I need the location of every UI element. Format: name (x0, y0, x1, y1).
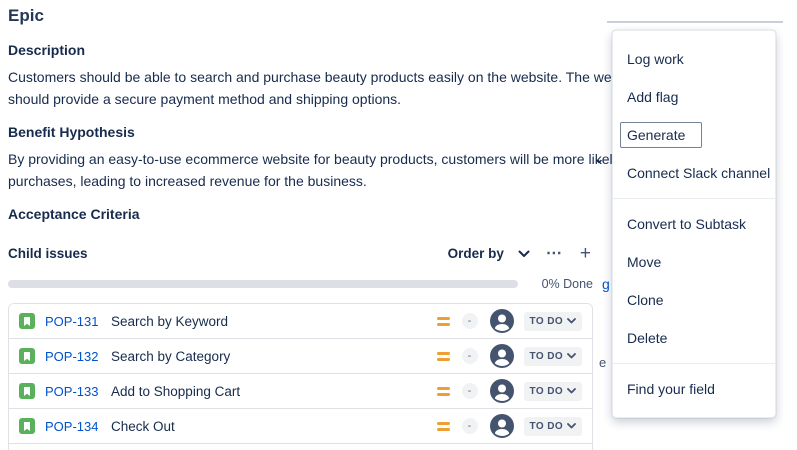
menu-item-clone[interactable]: Clone (613, 281, 775, 319)
issue-title: Add to Shopping Cart (111, 383, 241, 399)
issue-actions-menu: Log work Add flag Generate Connect Slack… (612, 30, 776, 418)
estimate-badge: - (461, 418, 478, 434)
description-line: Customers should be able to search and p… (8, 69, 642, 85)
chevron-down-icon (518, 250, 530, 257)
benefit-line: By providing an easy-to-use ecommerce we… (8, 151, 674, 167)
order-by-label: Order by (447, 246, 504, 261)
issue-key-link[interactable]: POP-132 (45, 349, 101, 364)
table-row[interactable]: POP-133 Add to Shopping Cart - TO DO (9, 374, 592, 409)
issue-title: Search by Keyword (111, 313, 229, 329)
menu-item-add-flag[interactable]: Add flag (613, 78, 775, 116)
issue-title: Search by Category (111, 348, 231, 364)
story-icon (19, 313, 35, 329)
benefit-line: purchases, leading to increased revenue … (8, 173, 367, 189)
progress-label: 0% Done (541, 277, 593, 291)
menu-item-generate[interactable]: Generate (613, 116, 775, 154)
assignee-avatar[interactable] (489, 309, 514, 333)
generate-focus-box: Generate (620, 122, 703, 148)
table-row[interactable]: POP-135 Select Shipping Option - TO DO (9, 444, 592, 450)
table-row[interactable]: POP-134 Check Out - TO DO (9, 409, 592, 444)
hidden-link-fragment: g (602, 276, 610, 292)
story-icon (19, 348, 35, 364)
row-controls: - TO DO (436, 344, 582, 368)
order-by-button[interactable]: Order by (448, 246, 530, 261)
issue-key-link[interactable]: POP-133 (45, 384, 101, 399)
issue-key-link[interactable]: POP-131 (45, 314, 101, 329)
assignee-avatar[interactable] (489, 344, 514, 368)
row-controls: - TO DO (436, 309, 582, 333)
menu-item-delete[interactable]: Delete (613, 319, 775, 357)
epic-issue-view: Epic Description Customers should be abl… (0, 0, 797, 450)
status-label: TO DO (529, 385, 563, 397)
menu-divider (613, 198, 775, 199)
priority-medium-icon (436, 386, 450, 396)
menu-item-convert-to-subtask[interactable]: Convert to Subtask (613, 205, 775, 243)
assignee-avatar[interactable] (489, 379, 514, 403)
chevron-down-icon (567, 423, 576, 429)
menu-item-log-work[interactable]: Log work (613, 40, 775, 78)
child-issues-header: Child issues Order by ⋯ + (8, 242, 593, 265)
issue-key-link[interactable]: POP-134 (45, 419, 101, 434)
page-title: Epic (8, 6, 44, 25)
issue-title: Check Out (111, 418, 175, 434)
child-issues-heading: Child issues (8, 246, 88, 261)
child-issues-list: POP-131 Search by Keyword - TO DO POP-13… (8, 303, 593, 450)
status-dropdown[interactable]: TO DO (523, 416, 582, 436)
chevron-down-icon (567, 318, 576, 324)
menu-item-move[interactable]: Move (613, 243, 775, 281)
story-icon (19, 418, 35, 434)
status-dropdown[interactable]: TO DO (523, 346, 582, 366)
chevron-down-icon (567, 388, 576, 394)
issue-content: Epic Description Customers should be abl… (8, 6, 674, 450)
hidden-text-fragment: e (599, 355, 607, 370)
progress-row: 0% Done (8, 277, 593, 291)
estimate-badge: - (461, 313, 478, 329)
menu-item-find-your-field[interactable]: Find your field (613, 370, 775, 408)
status-label: TO DO (529, 315, 563, 327)
row-controls: - TO DO (436, 414, 582, 438)
progress-bar (8, 280, 518, 288)
description-line: should provide a secure payment method a… (8, 91, 402, 107)
estimate-badge: - (461, 348, 478, 364)
menu-item-connect-slack-channel[interactable]: Connect Slack channel (613, 154, 775, 192)
story-icon (19, 383, 35, 399)
acceptance-criteria-heading: Acceptance Criteria (8, 206, 140, 222)
estimate-badge: - (461, 383, 478, 399)
child-issues-controls: Order by ⋯ + (448, 242, 593, 265)
add-child-issue-icon[interactable]: + (578, 242, 593, 265)
priority-medium-icon (436, 316, 450, 326)
benefit-hypothesis-heading: Benefit Hypothesis (8, 124, 135, 140)
more-actions-icon[interactable]: ⋯ (544, 244, 564, 264)
priority-medium-icon (436, 421, 450, 431)
status-label: TO DO (529, 420, 563, 432)
hidden-panel-divider (607, 21, 783, 23)
assignee-avatar[interactable] (489, 414, 514, 438)
status-dropdown[interactable]: TO DO (523, 311, 582, 331)
row-controls: - TO DO (436, 379, 582, 403)
status-dropdown[interactable]: TO DO (523, 381, 582, 401)
hidden-chevron-down-icon: ⌄ (594, 152, 605, 166)
menu-divider (613, 363, 775, 364)
priority-medium-icon (436, 351, 450, 361)
status-label: TO DO (529, 350, 563, 362)
table-row[interactable]: POP-131 Search by Keyword - TO DO (9, 304, 592, 339)
table-row[interactable]: POP-132 Search by Category - TO DO (9, 339, 592, 374)
chevron-down-icon (567, 353, 576, 359)
description-heading: Description (8, 42, 86, 58)
